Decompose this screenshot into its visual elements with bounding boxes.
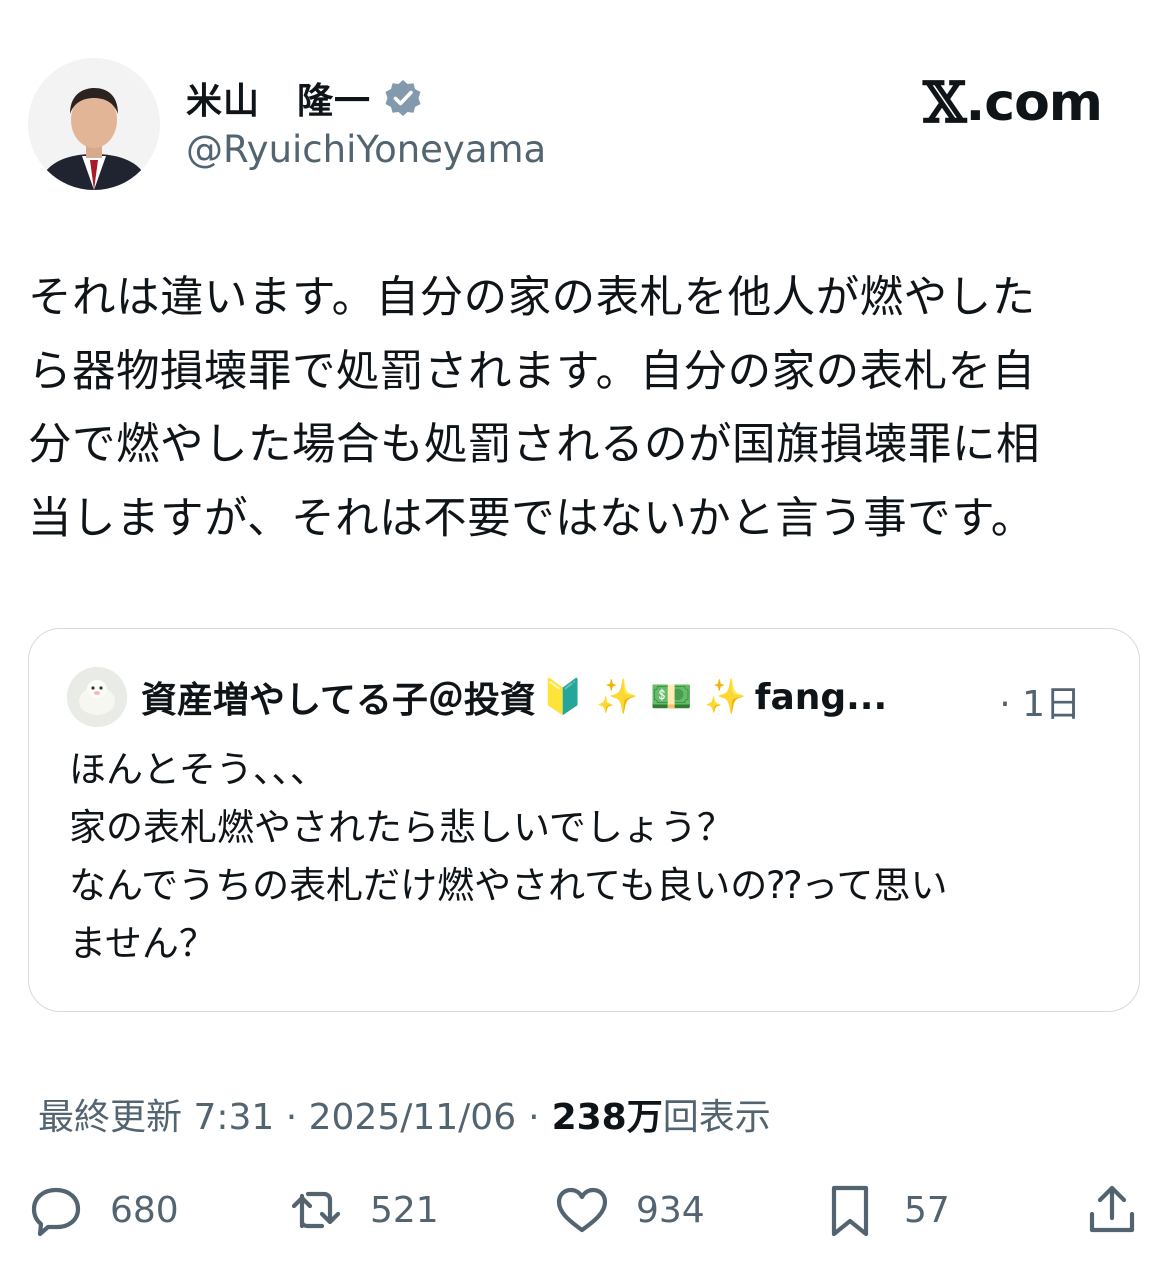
- view-count[interactable]: 238万回表示: [552, 1088, 771, 1140]
- meta-separator: ·: [528, 1097, 540, 1138]
- retweet-count: 521: [370, 1189, 439, 1231]
- author-avatar[interactable]: [28, 58, 160, 190]
- tweet-line: 当しますが、それは不要ではないかと言う事です。: [28, 493, 1035, 544]
- quoted-author-emojis: 🔰 ✨ 💵 ✨: [541, 677, 747, 717]
- retweet-button[interactable]: 521: [288, 1182, 439, 1238]
- bookmark-icon: [831, 1185, 869, 1237]
- author-name-row: 米山 隆一: [186, 72, 423, 124]
- quoted-author-avatar[interactable]: [67, 667, 127, 727]
- tweet-line: ら器物損壊罪で処罰されます。自分の家の表札を自: [28, 346, 1036, 397]
- quoted-tweet-card[interactable]: 資産増やしてる子＠投資 🔰 ✨ 💵 ✨ fang... · 1日 ほんとそう、、…: [28, 628, 1140, 1012]
- quoted-timestamp[interactable]: · 1日: [999, 675, 1081, 727]
- x-logo-icon: 𝕏: [923, 70, 966, 136]
- site-domain: .com: [965, 73, 1103, 133]
- author-handle[interactable]: @RyuichiYoneyama: [186, 128, 546, 171]
- share-button[interactable]: [1084, 1182, 1140, 1238]
- tweet-meta: 最終更新 7:31 · 2025/11/06 · 238万回表示: [38, 1088, 771, 1140]
- like-count: 934: [636, 1189, 705, 1231]
- quoted-line: 家の表札燃やされたら悲しいでしょう？: [69, 806, 734, 849]
- quoted-text: ほんとそう、、、 家の表札燃やされたら悲しいでしょう？ なんでうちの表札だけ燃や…: [69, 741, 947, 973]
- reply-icon: [31, 1187, 81, 1237]
- quoted-line: ほんとそう、、、: [69, 748, 327, 791]
- quoted-line: なんでうちの表札だけ燃やされても良いの⁇って思い: [69, 864, 948, 907]
- view-count-label: 回表示: [662, 1097, 771, 1138]
- site-logo: 𝕏 .com: [923, 70, 1103, 136]
- tweet-line: それは違います。自分の家の表札を他人が燃やした: [28, 273, 1036, 323]
- author-name[interactable]: 米山 隆一: [186, 72, 371, 124]
- like-button[interactable]: 934: [554, 1182, 705, 1238]
- quoted-author-row: 資産増やしてる子＠投資 🔰 ✨ 💵 ✨ fang...: [141, 671, 887, 723]
- tweet-timestamp[interactable]: 最終更新 7:31 · 2025/11/06: [38, 1088, 516, 1140]
- retweet-icon: [291, 1191, 341, 1229]
- tweet-line: 分で燃やした場合も処罰されるのが国旗損壊罪に相: [28, 420, 1040, 470]
- reply-count: 680: [110, 1189, 179, 1231]
- quoted-author-name[interactable]: 資産増やしてる子＠投資: [141, 671, 536, 723]
- action-bar: 680 521 934 57: [0, 1182, 1170, 1246]
- verified-badge-icon: [383, 78, 423, 118]
- quoted-author-name-suffix: fang...: [754, 676, 888, 718]
- quoted-line: ません？: [69, 922, 216, 965]
- tweet-text: それは違います。自分の家の表札を他人が燃やした ら器物損壊罪で処罰されます。自分…: [28, 262, 1138, 556]
- bookmark-button[interactable]: 57: [822, 1182, 950, 1238]
- heart-icon: [556, 1187, 608, 1233]
- share-icon: [1089, 1185, 1135, 1233]
- reply-button[interactable]: 680: [28, 1182, 179, 1238]
- bookmark-count: 57: [904, 1189, 950, 1231]
- view-count-number: 238万: [551, 1097, 663, 1138]
